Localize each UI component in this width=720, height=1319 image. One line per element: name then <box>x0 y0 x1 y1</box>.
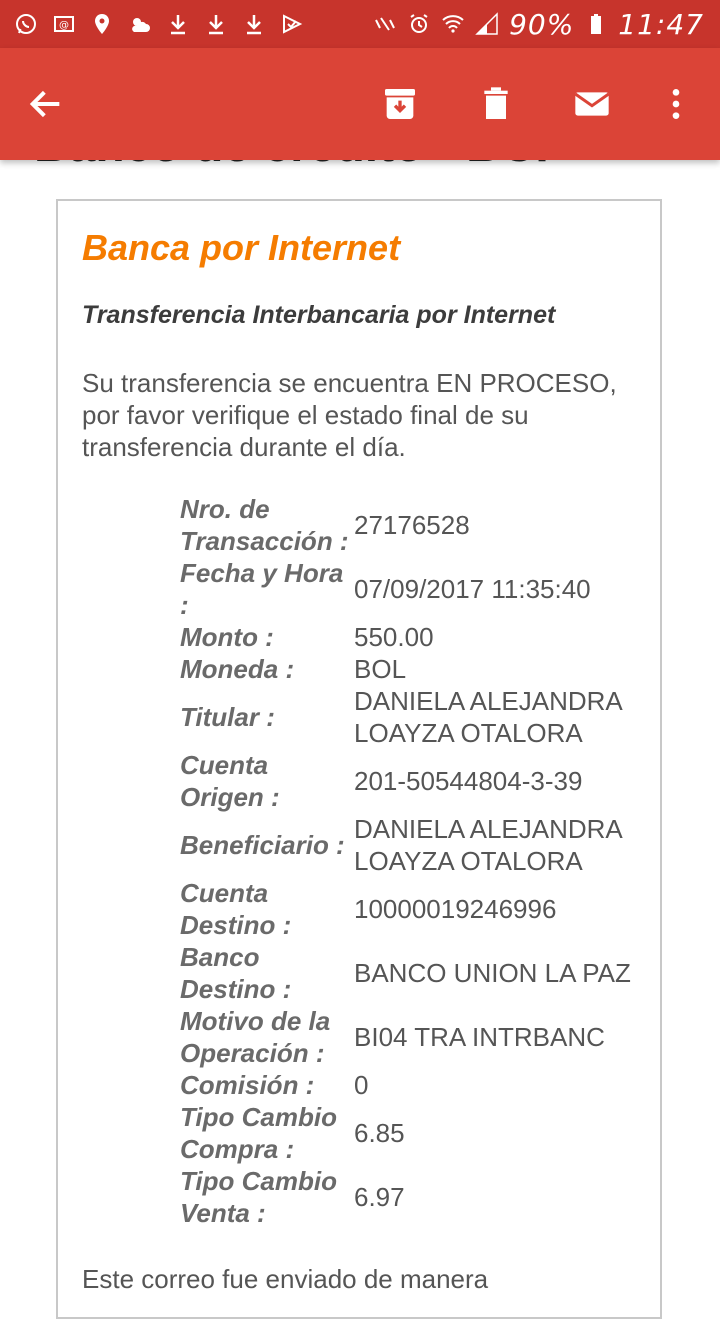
battery-percentage: 90% <box>509 7 575 41</box>
more-options-button[interactable] <box>648 76 704 132</box>
detail-label: Moneda : <box>180 654 295 684</box>
email-app-icon: @ <box>52 12 76 36</box>
whatsapp-icon <box>14 12 38 36</box>
brand-title: Banca por Internet <box>82 227 401 268</box>
email-body-card: Banca por Internet Transferencia Interba… <box>56 199 662 1319</box>
detail-value: 07/09/2017 11:35:40 <box>354 574 591 604</box>
clock: 11:47 <box>618 7 704 41</box>
detail-value: 201-50544804-3-39 <box>354 766 583 796</box>
detail-row: Cuenta Destino : 10000019246996 <box>180 877 650 941</box>
detail-row: Monto : 550.00 <box>180 621 650 653</box>
detail-value: 27176528 <box>354 510 470 540</box>
detail-value: 550.00 <box>354 622 434 652</box>
mark-unread-button[interactable] <box>564 76 620 132</box>
detail-row: Titular : DANIELA ALEJANDRA LOAYZA OTALO… <box>180 685 650 749</box>
detail-row: Motivo de la Operación : BI04 TRA INTRBA… <box>180 1005 650 1069</box>
svg-text:@: @ <box>59 20 69 31</box>
back-button[interactable] <box>18 76 74 132</box>
detail-row: Tipo Cambio Compra : 6.85 <box>180 1101 650 1165</box>
play-store-icon <box>280 12 304 36</box>
detail-label: Banco Destino : <box>180 942 292 1004</box>
detail-label: Monto : <box>180 622 274 652</box>
detail-label: Cuenta Origen : <box>180 750 280 812</box>
detail-label: Tipo Cambio Compra : <box>180 1102 337 1164</box>
archive-icon <box>385 89 415 119</box>
detail-row: Comisión : 0 <box>180 1069 650 1101</box>
location-icon <box>90 12 114 36</box>
detail-row: Cuenta Origen : 201-50544804-3-39 <box>180 749 650 813</box>
detail-row: Banco Destino : BANCO UNION LA PAZ <box>180 941 650 1005</box>
detail-value: BI04 TRA INTRBANC <box>354 1022 605 1052</box>
download-icon <box>242 12 266 36</box>
detail-row: Tipo Cambio Venta : 6.97 <box>180 1165 650 1229</box>
app-bar <box>0 48 720 160</box>
wifi-icon <box>441 12 465 36</box>
arrow-back-icon <box>29 90 60 118</box>
nfc-icon <box>373 12 397 36</box>
detail-value: DANIELA ALEJANDRA LOAYZA OTALORA <box>354 686 622 748</box>
detail-value: 10000019246996 <box>354 894 557 924</box>
intro-text: Su transferencia se encuentra EN PROCESO… <box>82 368 617 462</box>
weather-icon <box>128 12 152 36</box>
detail-label: Fecha y Hora : <box>180 558 344 620</box>
detail-value: 0 <box>354 1070 369 1100</box>
detail-value: BANCO UNION LA PAZ <box>354 958 631 988</box>
detail-label: Cuenta Destino : <box>180 878 292 940</box>
detail-label: Motivo de la Operación : <box>180 1006 331 1068</box>
alarm-icon <box>407 12 431 36</box>
detail-value: DANIELA ALEJANDRA LOAYZA OTALORA <box>354 814 622 876</box>
battery-icon <box>584 12 608 36</box>
detail-label: Nro. de Transacción : <box>180 494 349 556</box>
mail-icon <box>574 92 610 116</box>
trash-icon <box>484 87 508 119</box>
detail-value: 6.85 <box>354 1118 405 1148</box>
download-icon <box>204 12 228 36</box>
signal-icon <box>475 12 499 36</box>
detail-row: Beneficiario : DANIELA ALEJANDRA LOAYZA … <box>180 813 650 877</box>
delete-button[interactable] <box>468 76 524 132</box>
detail-row: Moneda : BOL <box>180 653 650 685</box>
email-subtitle: Transferencia Interbancaria por Internet <box>82 301 556 329</box>
transaction-details: Nro. de Transacción : 27176528 Fecha y H… <box>180 493 650 1229</box>
more-vert-icon <box>672 89 680 119</box>
detail-row: Fecha y Hora : 07/09/2017 11:35:40 <box>180 557 650 621</box>
download-icon <box>166 12 190 36</box>
detail-value: BOL <box>354 654 407 684</box>
footer-text: Este correo fue enviado de manera <box>82 1264 489 1294</box>
detail-label: Titular : <box>180 702 275 732</box>
status-bar: @ 90% 11:47 <box>0 0 720 48</box>
detail-label: Tipo Cambio Venta : <box>180 1166 337 1228</box>
detail-value: 6.97 <box>354 1182 405 1212</box>
detail-row: Nro. de Transacción : 27176528 <box>180 493 650 557</box>
archive-button[interactable] <box>372 76 428 132</box>
detail-label: Beneficiario : <box>180 830 345 860</box>
detail-label: Comisión : <box>180 1070 315 1100</box>
